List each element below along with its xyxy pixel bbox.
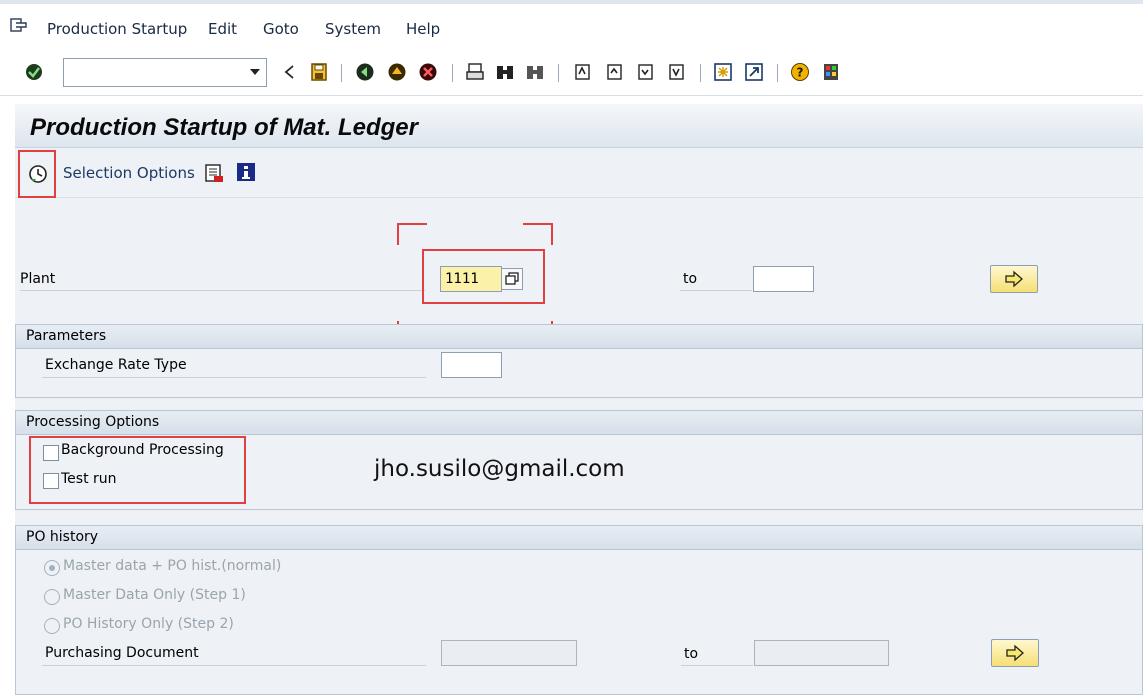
find-next-icon[interactable] xyxy=(525,62,545,82)
chevron-down-icon[interactable] xyxy=(250,69,260,75)
last-page-icon[interactable] xyxy=(667,62,687,82)
save-icon[interactable] xyxy=(309,62,329,82)
exchange-rate-type-input[interactable] xyxy=(441,352,502,378)
selection-options-button[interactable]: Selection Options xyxy=(63,164,195,182)
back-icon[interactable] xyxy=(355,62,375,82)
exit-icon[interactable] xyxy=(387,62,407,82)
menu-system-label: System xyxy=(325,20,381,38)
parameters-group-header: Parameters xyxy=(16,325,1142,349)
menu-help-label: Help xyxy=(406,20,441,38)
po-history-title: PO history xyxy=(26,529,99,545)
help-icon[interactable]: ? xyxy=(790,62,810,82)
processing-options-group-header: Processing Options xyxy=(16,411,1142,435)
purchasing-document-to-label: to xyxy=(684,646,699,662)
print-icon[interactable] xyxy=(465,62,485,82)
menu-help[interactable]: Help xyxy=(406,20,440,38)
create-session-icon[interactable] xyxy=(713,62,733,82)
po-history-group: PO history Master data + PO hist.(normal… xyxy=(15,525,1143,695)
multiple-selection-button[interactable] xyxy=(990,265,1038,293)
execute-clock-icon xyxy=(29,165,47,183)
menu-production-startup-label: Production Startup xyxy=(47,20,188,38)
toolbar-separator xyxy=(341,64,342,82)
radio-master-data-po-hist-label: Master data + PO hist.(normal) xyxy=(63,558,282,574)
toolbar-separator xyxy=(700,64,701,82)
next-page-icon[interactable] xyxy=(636,62,656,82)
menu-edit-label: Edit xyxy=(208,20,238,38)
po-history-group-header: PO history xyxy=(16,526,1142,550)
window-top-border xyxy=(0,0,1143,4)
radio-master-data-po-hist[interactable] xyxy=(44,560,60,576)
menu-goto[interactable]: Goto xyxy=(263,20,299,38)
menu-bar: Production Startup Edit Goto System Help xyxy=(0,0,1143,50)
checkbox-highlight-box xyxy=(29,436,246,504)
shortcut-icon[interactable] xyxy=(744,62,764,82)
label-underline xyxy=(20,290,425,291)
purchasing-document-low-input[interactable] xyxy=(441,640,577,666)
toolbar-separator xyxy=(777,64,778,82)
purchasing-document-high-input[interactable] xyxy=(754,640,889,666)
information-icon[interactable] xyxy=(236,162,256,182)
highlight-corner xyxy=(397,223,427,245)
parameters-title: Parameters xyxy=(26,328,107,344)
application-toolbar: Selection Options xyxy=(15,148,1143,198)
previous-page-icon[interactable] xyxy=(605,62,625,82)
menu-goto-label: Goto xyxy=(263,20,299,38)
back-nav-icon[interactable] xyxy=(280,62,300,82)
menu-pointer-icon[interactable] xyxy=(10,18,28,32)
standard-toolbar: ? xyxy=(0,50,1143,96)
label-underline xyxy=(681,665,753,666)
menu-system[interactable]: System xyxy=(325,20,381,38)
svg-text:?: ? xyxy=(797,66,804,80)
label-underline xyxy=(680,290,752,291)
selection-screen: Plant 1111 to Parameters Exchange Rate T… xyxy=(15,198,1143,695)
arrow-right-icon xyxy=(1006,644,1024,662)
menu-production-startup[interactable]: Production Startup xyxy=(47,20,187,38)
radio-master-data-only-label: Master Data Only (Step 1) xyxy=(63,587,246,603)
menu-edit[interactable]: Edit xyxy=(208,20,237,38)
exchange-rate-type-label: Exchange Rate Type xyxy=(45,357,187,373)
purchasing-document-label: Purchasing Document xyxy=(45,645,199,661)
processing-options-title: Processing Options xyxy=(26,414,160,430)
toolbar-separator xyxy=(558,64,559,82)
enter-check-icon[interactable] xyxy=(24,62,44,82)
plant-high-input[interactable] xyxy=(753,266,814,292)
plant-to-label: to xyxy=(683,271,698,287)
parameters-group: Parameters Exchange Rate Type xyxy=(15,324,1143,398)
cancel-icon[interactable] xyxy=(418,62,438,82)
radio-po-history-only-label: PO History Only (Step 2) xyxy=(63,616,234,632)
email-watermark: jho.susilo@gmail.com xyxy=(374,456,625,482)
execute-button[interactable] xyxy=(18,150,56,198)
plant-label: Plant xyxy=(20,271,56,287)
first-page-icon[interactable] xyxy=(573,62,593,82)
command-field[interactable] xyxy=(63,58,267,87)
radio-master-data-only[interactable] xyxy=(44,589,60,605)
title-bar: Production Startup of Mat. Ledger xyxy=(15,104,1143,148)
find-icon[interactable] xyxy=(495,62,515,82)
toolbar-separator xyxy=(452,64,453,82)
page-title: Production Startup of Mat. Ledger xyxy=(30,114,418,141)
layout-menu-icon[interactable] xyxy=(821,62,841,82)
radio-po-history-only[interactable] xyxy=(44,618,60,634)
arrow-right-icon xyxy=(1005,270,1023,288)
label-underline xyxy=(42,377,426,378)
purchasing-document-multiple-selection-button[interactable] xyxy=(991,639,1039,667)
plant-highlight-box xyxy=(422,249,545,304)
get-variant-icon[interactable] xyxy=(204,163,224,183)
label-underline xyxy=(42,665,426,666)
highlight-corner xyxy=(523,223,553,245)
